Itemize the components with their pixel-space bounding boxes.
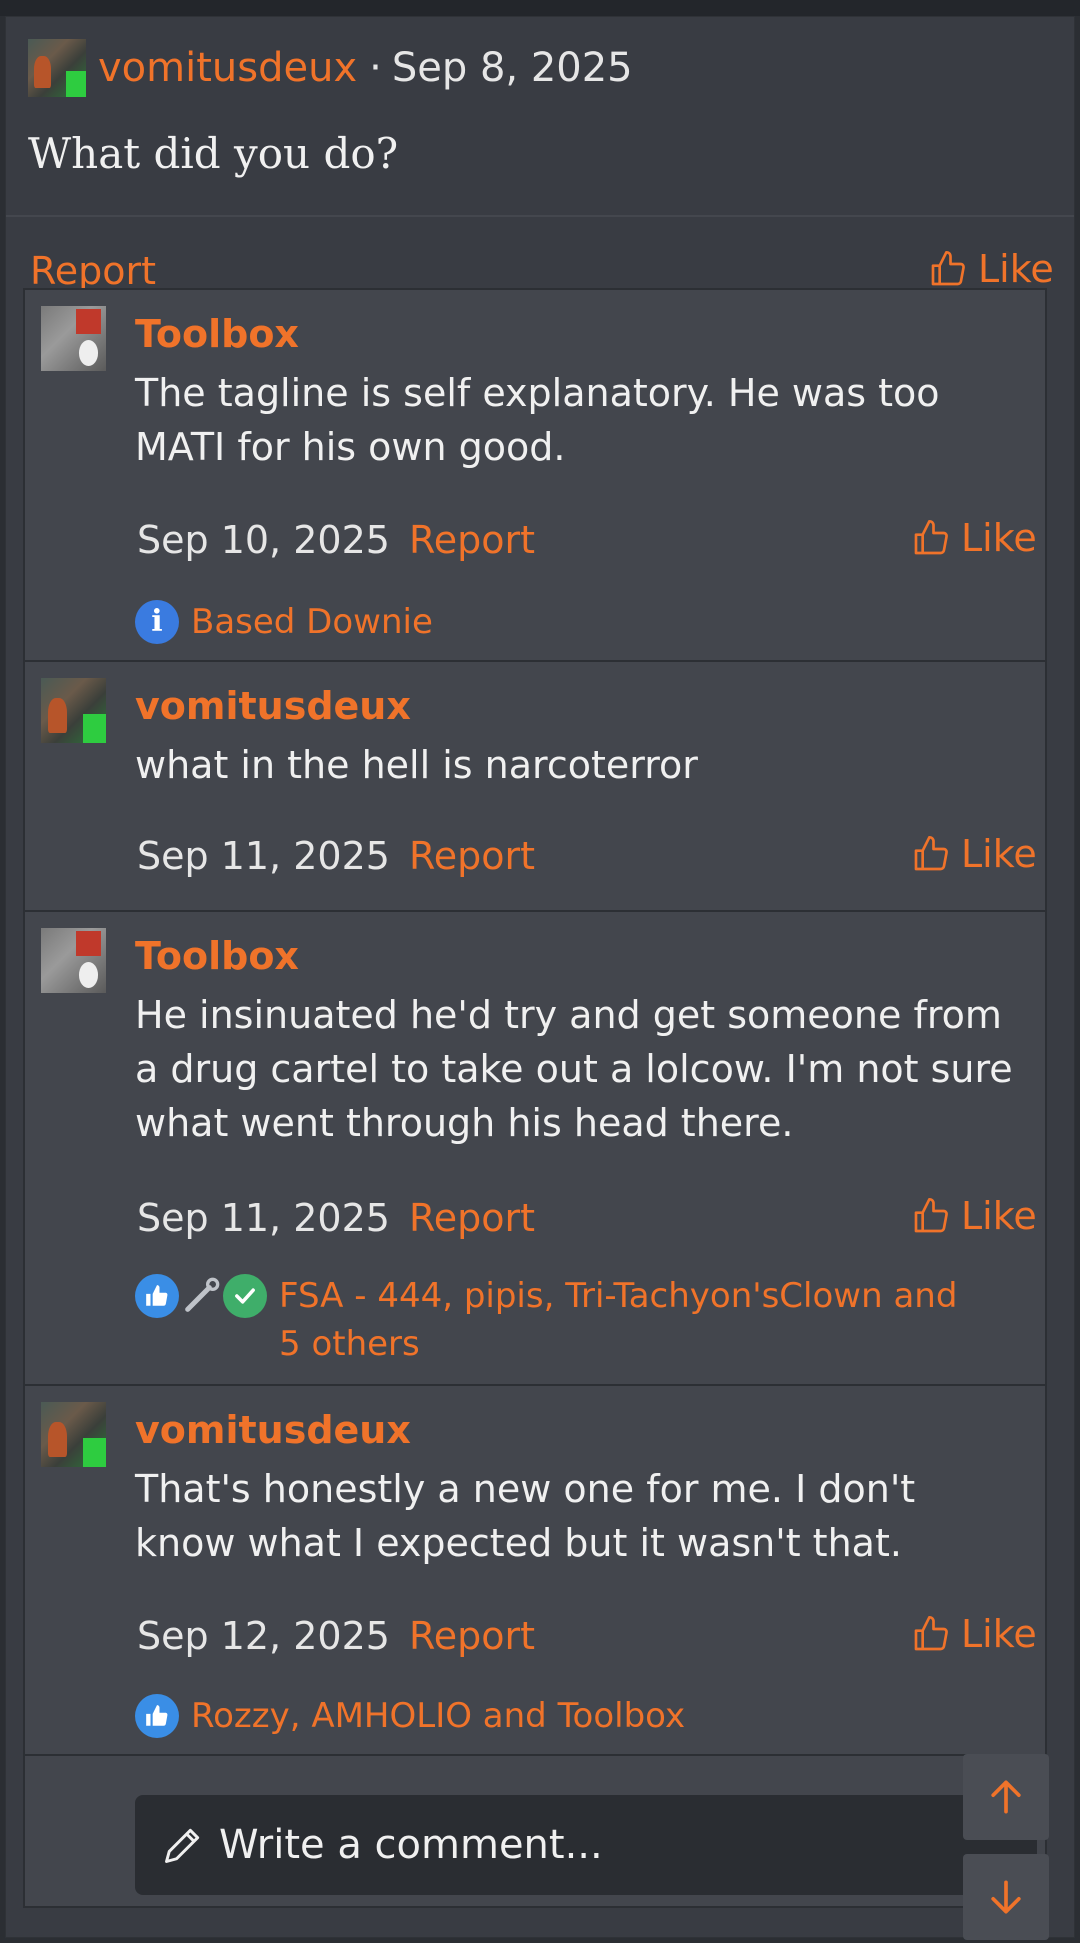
like-label: Like bbox=[978, 247, 1054, 291]
comment-item: Toolbox He insinuated he'd try and get s… bbox=[25, 912, 1045, 1386]
comment-author-link[interactable]: vomitusdeux bbox=[135, 684, 411, 728]
comment-text: That's honestly a new one for me. I don'… bbox=[135, 1467, 916, 1565]
avatar[interactable] bbox=[28, 39, 86, 97]
comment-like-button[interactable]: Like bbox=[911, 1194, 1037, 1238]
thumbs-up-outline-icon bbox=[914, 836, 948, 871]
reactions-text[interactable]: Rozzy, AMHOLIO and Toolbox bbox=[191, 1692, 685, 1740]
comment-author-link[interactable]: Toolbox bbox=[135, 312, 299, 356]
comment-date: Sep 11, 2025 bbox=[137, 834, 390, 878]
thumbs-up-outline-icon bbox=[914, 1198, 948, 1233]
arrow-down-icon bbox=[991, 1880, 1021, 1914]
comment-text: He insinuated he'd try and get someone f… bbox=[135, 993, 1013, 1145]
info-icon: i bbox=[135, 600, 179, 644]
thumbs-up-outline-icon bbox=[914, 520, 948, 555]
comment-item: Toolbox The tagline is self explanatory.… bbox=[25, 290, 1045, 662]
like-label: Like bbox=[961, 1612, 1037, 1656]
divider bbox=[6, 215, 1074, 217]
post-header: vomitusdeux · Sep 8, 2025 bbox=[28, 39, 633, 97]
comment-like-button[interactable]: Like bbox=[911, 1612, 1037, 1656]
avatar[interactable] bbox=[41, 678, 106, 743]
post-author-link[interactable]: vomitusdeux bbox=[98, 45, 357, 91]
avatar[interactable] bbox=[41, 928, 106, 993]
post-like-button[interactable]: Like bbox=[928, 247, 1054, 291]
comment-like-button[interactable]: Like bbox=[911, 832, 1037, 876]
post-report-link[interactable]: Report bbox=[30, 249, 156, 293]
arrow-up-icon bbox=[991, 1780, 1021, 1814]
comment-item: vomitusdeux what in the hell is narcoter… bbox=[25, 662, 1045, 912]
comment-date: Sep 11, 2025 bbox=[137, 1196, 390, 1240]
checkmark-icon bbox=[223, 1274, 267, 1318]
comment-item: vomitusdeux That's honestly a new one fo… bbox=[25, 1386, 1045, 1756]
scroll-down-button[interactable] bbox=[963, 1854, 1049, 1940]
top-bar bbox=[0, 0, 1080, 16]
reactions-text[interactable]: FSA - 444, pipis, Tri-Tachyon'sClown and… bbox=[279, 1272, 979, 1368]
thumbs-up-outline-icon bbox=[914, 1616, 948, 1651]
comment-report-link[interactable]: Report bbox=[409, 1196, 535, 1240]
like-label: Like bbox=[961, 1194, 1037, 1238]
reactions-summary[interactable]: i Based Downie bbox=[135, 598, 433, 646]
comment-like-button[interactable]: Like bbox=[911, 516, 1037, 560]
comment-list: Toolbox The tagline is self explanatory.… bbox=[23, 288, 1049, 1940]
reactions-text[interactable]: Based Downie bbox=[191, 598, 433, 646]
post-separator: · bbox=[369, 45, 382, 91]
wrench-icon bbox=[179, 1274, 223, 1318]
like-label: Like bbox=[961, 516, 1037, 560]
scroll-up-button[interactable] bbox=[963, 1754, 1049, 1840]
like-label: Like bbox=[961, 832, 1037, 876]
post-body: What did you do? bbox=[28, 129, 399, 178]
comment-report-link[interactable]: Report bbox=[409, 834, 535, 878]
reactions-summary[interactable]: Rozzy, AMHOLIO and Toolbox bbox=[135, 1692, 685, 1740]
comment-report-link[interactable]: Report bbox=[409, 1614, 535, 1658]
comment-report-link[interactable]: Report bbox=[409, 518, 535, 562]
comment-date: Sep 10, 2025 bbox=[137, 518, 390, 562]
thumbs-up-icon bbox=[135, 1274, 179, 1318]
thumbs-up-icon bbox=[135, 1694, 179, 1738]
comment-text: The tagline is self explanatory. He was … bbox=[135, 371, 940, 469]
thumbs-up-outline-icon bbox=[931, 251, 965, 286]
avatar[interactable] bbox=[41, 1402, 106, 1467]
comment-composer[interactable]: Write a comment... bbox=[135, 1795, 1037, 1895]
post-date: Sep 8, 2025 bbox=[391, 45, 633, 91]
comment-author-link[interactable]: Toolbox bbox=[135, 934, 299, 978]
comment-text: what in the hell is narcoterror bbox=[135, 743, 698, 787]
comment-date: Sep 12, 2025 bbox=[137, 1614, 390, 1658]
composer-placeholder: Write a comment... bbox=[219, 1822, 603, 1868]
avatar[interactable] bbox=[41, 306, 106, 371]
reactions-summary[interactable]: FSA - 444, pipis, Tri-Tachyon'sClown and… bbox=[135, 1272, 979, 1368]
pencil-icon bbox=[165, 1828, 200, 1863]
comment-author-link[interactable]: vomitusdeux bbox=[135, 1408, 411, 1452]
